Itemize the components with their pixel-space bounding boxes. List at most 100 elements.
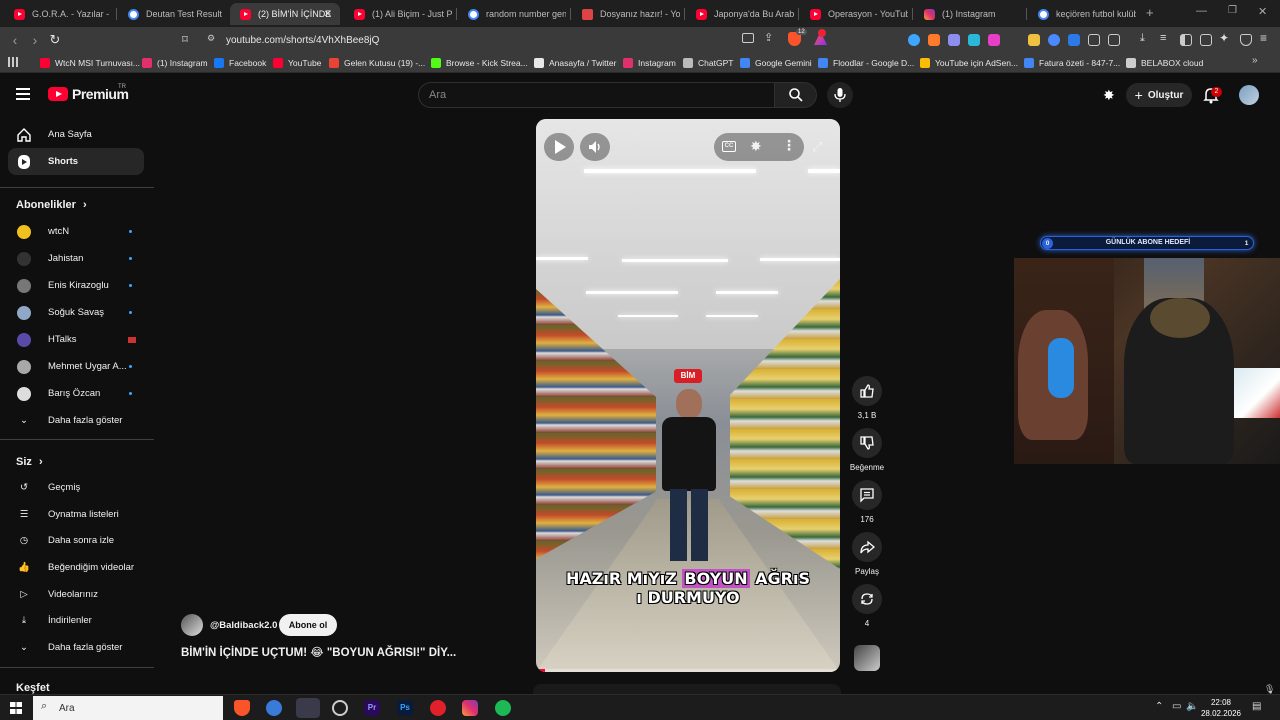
sidebar-item-your-videos[interactable]: ▷ Videolarınız <box>8 581 144 608</box>
you-heading[interactable]: Siz › <box>16 456 43 468</box>
show-more-subscriptions[interactable]: ⌄ Daha fazla göster <box>8 407 144 434</box>
notification-center-icon[interactable]: ▤ <box>1252 701 1261 712</box>
reload-icon[interactable]: ↻ <box>46 31 64 49</box>
comments-button[interactable] <box>852 480 882 510</box>
channel-avatar[interactable] <box>181 614 203 636</box>
sidebar-item-channel[interactable]: Barış Özcan <box>8 380 144 407</box>
minimize-icon[interactable]: — <box>1196 5 1207 17</box>
obs-app-icon[interactable] <box>296 698 320 718</box>
bookmark-item[interactable]: Fatura özeti - 847-7... <box>1024 56 1120 70</box>
menu-icon[interactable]: ≡ <box>1260 31 1267 45</box>
wallet-icon[interactable] <box>1200 34 1212 46</box>
close-window-icon[interactable]: ✕ <box>1258 5 1267 18</box>
sidebar-item-downloads[interactable]: ⤓ İndirilenler <box>8 607 144 634</box>
dislike-button[interactable] <box>852 428 882 458</box>
browser-tab[interactable]: Dosyanız hazır! - YouTu <box>572 3 680 25</box>
next-short-preview[interactable] <box>533 684 841 694</box>
short-title[interactable]: BİM'İN İÇİNDE UÇTUM! 😂 "BOYUN AĞRISI!" D… <box>181 645 456 659</box>
instagram-app-icon[interactable] <box>462 700 478 716</box>
sidebar-item-channel[interactable]: Jahistan <box>8 245 144 272</box>
taskbar-search[interactable]: ⌕ Ara <box>33 696 223 720</box>
sound-thumbnail[interactable] <box>854 645 880 671</box>
browser-tab[interactable]: (1) Instagram <box>914 3 1022 25</box>
youtube-logo[interactable]: Premium <box>48 86 129 102</box>
sidebar-item-liked-videos[interactable]: 👍 Beğendiğim videolar <box>8 554 144 581</box>
volume-button[interactable] <box>580 133 610 161</box>
remix-button[interactable] <box>852 584 882 614</box>
restore-icon[interactable]: ❐ <box>1228 5 1237 16</box>
apps-grid-icon[interactable] <box>8 57 18 67</box>
browser-tab[interactable]: Deutan Test Result <box>118 3 228 25</box>
share-icon[interactable]: ⇪ <box>764 31 773 44</box>
forward-icon[interactable]: › <box>26 31 44 49</box>
bookmark-item[interactable]: Floodlar - Google D... <box>818 56 914 70</box>
browser-tab[interactable]: keçiören futbol kulübü <box>1028 3 1136 25</box>
sidebar-item-channel[interactable]: Mehmet Uygar A... <box>8 353 144 380</box>
app-icon[interactable] <box>332 700 348 716</box>
ai-icon[interactable]: ✦ <box>1219 31 1229 45</box>
tray-chevron-up-icon[interactable]: ⌃ <box>1155 701 1163 712</box>
bookmark-item[interactable]: Gelen Kutusu (19) -... <box>329 56 425 70</box>
extension-icon[interactable] <box>928 34 940 46</box>
extension-icon[interactable] <box>1048 34 1060 46</box>
sidebar-item-channel[interactable]: Soğuk Savaş <box>8 299 144 326</box>
app-icon[interactable] <box>266 700 282 716</box>
subscribe-button[interactable]: Abone ol <box>279 614 337 636</box>
shorts-video-player[interactable]: BİM CC ✸ ⋮ ⤢ HAZıR MıYıZ BOYUN AĞRıS ı D… <box>536 119 840 672</box>
channel-name[interactable]: @Baldiback2.0 <box>210 620 277 631</box>
windows-start-icon[interactable] <box>10 702 22 714</box>
like-button[interactable] <box>852 376 882 406</box>
bookmark-item[interactable]: YouTube <box>273 56 321 70</box>
vpn-icon[interactable] <box>1240 34 1252 46</box>
browser-tab[interactable]: random number gene <box>458 3 566 25</box>
browser-tab-active[interactable]: (2) BİM'İN İÇİNDE ✕ <box>230 3 340 25</box>
sidebar-item-history[interactable]: ↺ Geçmiş <box>8 474 144 501</box>
extension-icon[interactable] <box>1108 34 1120 46</box>
spotify-app-icon[interactable] <box>495 700 511 716</box>
sidebar-item-home[interactable]: Ana Sayfa <box>8 121 144 148</box>
bookmark-item[interactable]: Google Gemini <box>740 56 812 70</box>
bookmark-item[interactable]: Browse - Kick Strea... <box>431 56 528 70</box>
bookmark-item[interactable]: (1) Instagram <box>142 56 208 70</box>
hamburger-menu-icon[interactable] <box>16 88 30 100</box>
opera-app-icon[interactable] <box>430 700 446 716</box>
browser-tab[interactable]: Operasyon - YouTube <box>800 3 908 25</box>
studio-icon[interactable]: ✸ <box>1103 87 1115 104</box>
search-input[interactable]: Ara <box>429 89 446 101</box>
create-button[interactable]: + Oluştur <box>1126 83 1192 107</box>
sidebar-item-playlists[interactable]: ☰ Oynatma listeleri <box>8 501 144 528</box>
site-info-icon[interactable]: ⚙ <box>207 33 215 44</box>
browser-tab[interactable]: Japonya'da Bu Arabaya <box>686 3 794 25</box>
network-icon[interactable]: ▭ <box>1172 701 1181 712</box>
brave-app-icon[interactable] <box>234 700 250 716</box>
search-button[interactable] <box>775 82 817 108</box>
bookmark-icon[interactable]: ⌑ <box>176 31 194 49</box>
playlist-icon[interactable]: ≡ <box>1160 32 1166 44</box>
bookmark-item[interactable]: YouTube için AdSen... <box>920 56 1018 70</box>
extension-icon[interactable] <box>968 34 980 46</box>
user-avatar[interactable] <box>1239 85 1259 105</box>
sidebar-item-shorts[interactable]: Shorts <box>8 148 144 175</box>
share-button[interactable] <box>852 532 882 562</box>
bookmark-item[interactable]: ChatGPT <box>683 56 733 70</box>
extension-icon[interactable] <box>1028 34 1040 46</box>
bookmark-item[interactable]: WtcN MSI Turnuvası... <box>40 56 140 70</box>
captions-icon[interactable]: CC <box>722 141 736 152</box>
more-bookmarks-icon[interactable]: » <box>1252 55 1258 66</box>
voice-search-button[interactable] <box>827 82 853 108</box>
extension-icon[interactable] <box>908 34 920 46</box>
subscriptions-heading[interactable]: Abonelikler › <box>16 199 87 211</box>
bookmark-item[interactable]: Facebook <box>214 56 266 70</box>
photoshop-app-icon[interactable]: Ps <box>397 700 413 716</box>
new-tab-icon[interactable]: + <box>1146 5 1154 20</box>
sidebar-item-channel[interactable]: HTalks <box>8 326 144 353</box>
sidebar-icon[interactable] <box>1180 34 1192 46</box>
bookmark-item[interactable]: Anasayfa / Twitter <box>534 56 616 70</box>
cast-icon[interactable] <box>742 33 754 43</box>
play-button[interactable] <box>544 133 574 161</box>
show-more-you[interactable]: ⌄ Daha fazla göster <box>8 634 144 661</box>
bookmark-item[interactable]: BELABOX cloud <box>1126 56 1203 70</box>
sidebar-item-watch-later[interactable]: ◷ Daha sonra izle <box>8 527 144 554</box>
back-icon[interactable]: ‹ <box>6 31 24 49</box>
close-tab-icon[interactable]: ✕ <box>324 9 332 20</box>
